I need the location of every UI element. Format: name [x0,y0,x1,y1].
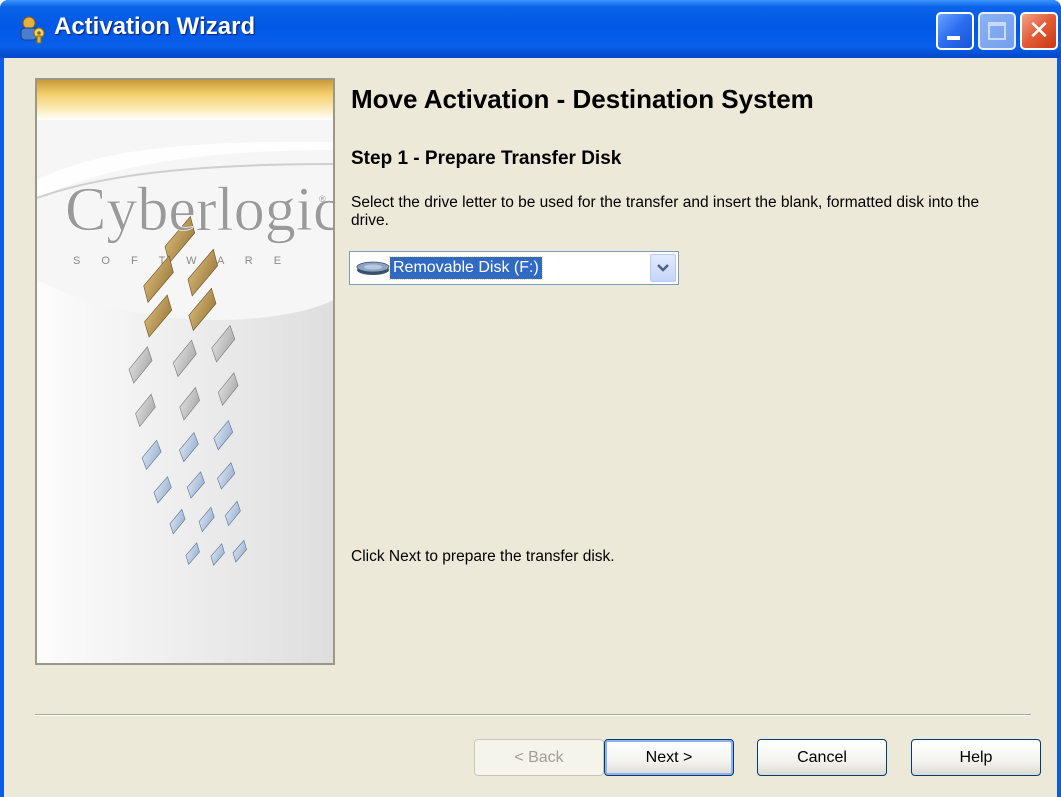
cyberlogic-banner-image: Cyberlogic ® S O F T W A R E [35,78,335,665]
key-user-icon [20,16,45,44]
wizard-client-area: Cyberlogic ® S O F T W A R E Move Activa… [4,58,1057,797]
help-button[interactable]: Help [911,739,1041,776]
close-icon: ✕ [1028,16,1050,46]
activation-wizard-window: Activation Wizard ✕ Cyberlogic ® S O F T… [0,0,1061,797]
logo-subtext: S O F T W A R E [73,255,290,267]
cyberlogic-logo-graphic: Cyberlogic ® S O F T W A R E [37,80,333,663]
logo-trademark: ® [319,194,326,204]
removable-disk-icon [356,261,390,275]
window-title: Activation Wizard [54,13,256,40]
instructions-text: Select the drive letter to be used for t… [351,194,980,229]
maximize-icon [988,22,1006,40]
next-button[interactable]: Next > [604,739,734,776]
chevron-down-icon [657,264,669,272]
page-title: Move Activation - Destination System [351,84,814,114]
drive-select-dropdown[interactable]: Removable Disk (F:) [349,251,679,285]
next-hint-text: Click Next to prepare the transfer disk. [351,548,615,565]
button-separator [35,714,1031,716]
close-button[interactable]: ✕ [1020,12,1058,50]
cancel-button[interactable]: Cancel [757,739,887,776]
step-title: Step 1 - Prepare Transfer Disk [351,148,622,169]
dropdown-arrow-button[interactable] [650,254,676,282]
back-button[interactable]: < Back [474,739,604,776]
minimize-button[interactable] [936,12,974,50]
drive-select-value: Removable Disk (F:) [389,256,543,280]
minimize-icon [947,36,960,40]
maximize-button[interactable] [978,12,1016,50]
logo-text: Cyberlogic [65,176,333,244]
title-bar[interactable]: Activation Wizard ✕ [0,0,1061,58]
